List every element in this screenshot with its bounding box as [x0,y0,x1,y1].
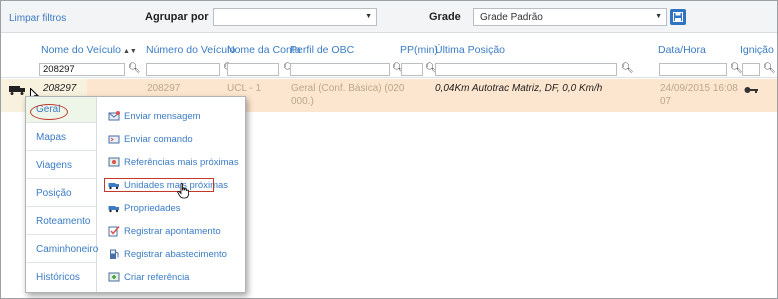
group-by-label: Agrupar por [145,11,209,23]
context-menu-categories: Geral Mapas Viagens Posição Roteamento C… [26,97,98,292]
menu-item-properties[interactable]: Propriedades [108,200,181,216]
floppy-disk-icon [673,12,683,22]
cell-obc-profile-line1: Geral (Conf. Básica) (020 [291,83,405,94]
menu-category-historicos[interactable]: Históricos [26,265,96,291]
datetime-filter-input[interactable] [659,63,727,76]
envelope-icon [108,111,120,121]
cell-datetime-line2: 07 [660,96,672,107]
cell-vehicle-name: 208297 [43,83,77,94]
vehicle-number-filter-input[interactable] [146,63,220,76]
column-header-vehicle-number[interactable]: Número do Veículo [146,44,235,56]
grid-select[interactable]: Grade Padrão ▼ [473,8,667,26]
last-position-filter-input[interactable] [435,63,617,76]
menu-category-roteamento[interactable]: Roteamento [26,209,96,235]
cell-obc-profile-line2: 000.) [291,96,314,107]
search-icon[interactable]: 🔍︎ [763,63,776,74]
cell-datetime-line1: 24/09/2015 16:08 [660,83,738,94]
filter-row: 208297 🔍︎ 🔍︎ 🔍︎ 🔍︎ 🔍︎ 🔍︎ 🔍︎ 🔍︎ [1,60,777,78]
menu-item-register-entry[interactable]: Registrar apontamento [108,223,221,239]
ignition-filter-input[interactable] [742,63,760,76]
sort-icon: ▲▼ [122,48,137,55]
truck-icon[interactable] [9,85,27,95]
column-header-pp-min[interactable]: PP(min) [400,44,438,56]
menu-category-viagens[interactable]: Viagens [26,153,96,179]
chevron-down-icon: ▼ [655,13,662,20]
search-icon[interactable]: 🔍︎ [730,63,743,74]
truck-properties-icon [108,206,119,213]
save-grid-button[interactable] [670,9,686,25]
menu-item-create-reference[interactable]: Criar referência [108,269,189,285]
column-header-datetime[interactable]: Data/Hora [658,44,706,56]
annotation-highlight-box [104,178,214,192]
chevron-down-icon: ▼ [365,13,372,20]
fuel-pump-icon [110,249,119,259]
map-reference-icon [108,157,120,167]
grid-header: Nome do Veículo ▲▼ Número do Veículo Nome… [1,40,777,60]
menu-item-nearest-references[interactable]: Referências mais próximas [108,154,239,170]
checkmark-icon [108,226,120,237]
column-header-last-position[interactable]: Última Posição [435,44,505,56]
create-reference-icon [108,272,120,282]
menu-category-mapas[interactable]: Mapas [26,125,96,151]
column-header-ignition[interactable]: Ignição [740,44,774,56]
command-icon [108,135,120,144]
annotation-circle [30,104,68,120]
toolbar: Limpar filtros Agrupar por ▼ Grade Grade… [1,1,777,33]
menu-item-register-refuel[interactable]: Registrar abastecimento [108,246,227,262]
search-icon[interactable]: 🔍︎ [621,63,634,74]
column-header-obc-profile[interactable]: Perfil de OBC [290,44,354,56]
account-name-filter-input[interactable] [227,63,279,76]
obc-profile-filter-input[interactable] [290,63,390,76]
menu-item-send-command[interactable]: Enviar comando [108,131,193,147]
clear-filters-link[interactable]: Limpar filtros [9,13,66,24]
cell-account-name: UCL - 1 [227,83,262,94]
ignition-key-icon [744,87,758,93]
menu-category-posicao[interactable]: Posição [26,181,96,207]
column-header-vehicle-name[interactable]: Nome do Veículo ▲▼ [41,44,137,56]
cell-vehicle-number: 208297 [147,83,181,94]
hand-pointer-icon [177,183,189,199]
menu-item-send-message[interactable]: Enviar mensagem [108,108,201,124]
grid-select-value: Grade Padrão [480,12,543,23]
grid-label: Grade [429,11,461,23]
pp-min-filter-input[interactable] [401,63,423,76]
cell-last-position: 0,04Km Autotrac Matriz, DF, 0,0 Km/h [435,83,603,94]
menu-category-caminhoneiro[interactable]: Caminhoneiro [26,237,98,263]
search-icon[interactable]: 🔍︎ [128,63,141,74]
group-by-select[interactable]: ▼ [213,8,377,26]
context-menu: Geral Mapas Viagens Posição Roteamento C… [25,96,246,293]
vehicle-name-filter-input[interactable]: 208297 [39,63,125,76]
